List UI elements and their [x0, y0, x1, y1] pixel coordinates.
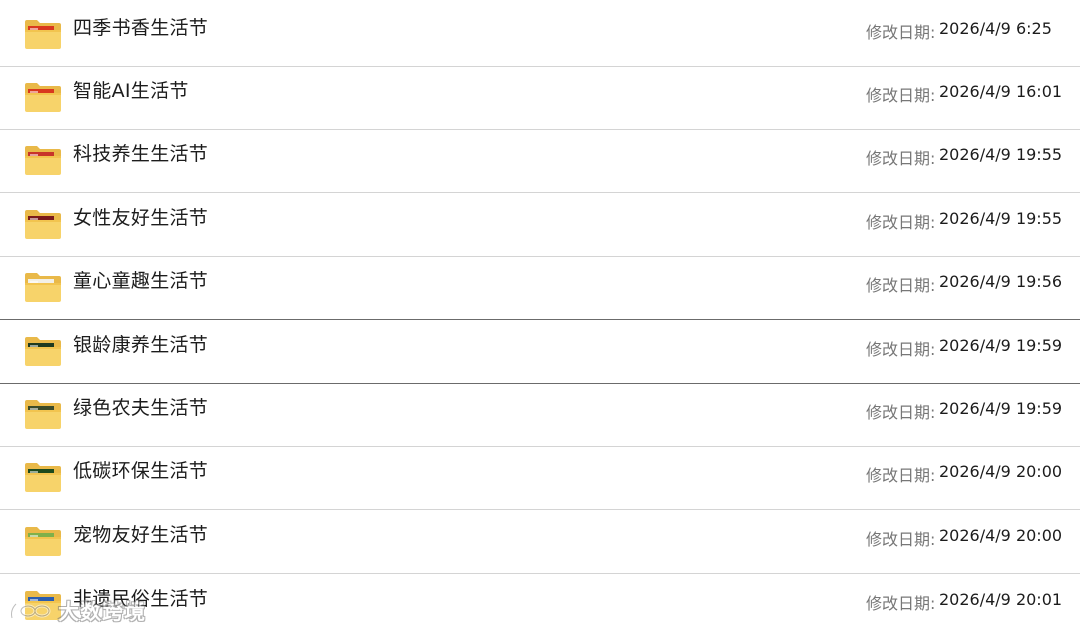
folder-row[interactable]: 低碳环保生活节 修改日期: 2026/4/9 20:00	[0, 447, 1080, 510]
modified-date-label: 修改日期:	[866, 466, 936, 485]
watermark-text: 大数跨境	[58, 600, 146, 624]
folder-icon	[24, 18, 62, 50]
modified-date-label: 修改日期:	[866, 403, 936, 422]
folder-name: 低碳环保生活节	[73, 460, 209, 482]
modified-date-label: 修改日期:	[866, 23, 936, 42]
modified-date-label: 修改日期:	[866, 149, 936, 168]
folder-row[interactable]: 童心童趣生活节 修改日期: 2026/4/9 19:56	[0, 257, 1080, 320]
folder-row[interactable]: 四季书香生活节 修改日期: 2026/4/9 6:25	[0, 4, 1080, 67]
modified-date-value: 2026/4/9 20:01	[939, 590, 1063, 609]
folder-icon	[24, 271, 62, 303]
folder-name: 绿色农夫生活节	[73, 397, 209, 419]
modified-date-value: 2026/4/9 19:56	[939, 272, 1063, 291]
folder-row[interactable]: 绿色农夫生活节 修改日期: 2026/4/9 19:59	[0, 384, 1080, 447]
folder-name: 四季书香生活节	[73, 17, 209, 39]
modified-date-value: 2026/4/9 19:55	[939, 145, 1063, 164]
folder-icon	[24, 398, 62, 430]
folder-icon	[24, 525, 62, 557]
folder-row[interactable]: 非遗民俗生活节 修改日期: 2026/4/9 20:01	[0, 575, 1080, 638]
infinity-eye-logo	[8, 598, 56, 624]
modified-date-value: 2026/4/9 19:59	[939, 336, 1063, 355]
folder-name: 女性友好生活节	[73, 207, 209, 229]
folder-row[interactable]: 女性友好生活节 修改日期: 2026/4/9 19:55	[0, 194, 1080, 257]
modified-date-label: 修改日期:	[866, 86, 936, 105]
folder-row[interactable]: 智能AI生活节 修改日期: 2026/4/9 16:01	[0, 67, 1080, 130]
modified-date-label: 修改日期:	[866, 340, 936, 359]
folder-row[interactable]: 科技养生生活节 修改日期: 2026/4/9 19:55	[0, 130, 1080, 193]
folder-icon	[24, 335, 62, 367]
modified-date-value: 2026/4/9 19:59	[939, 399, 1063, 418]
modified-date-label: 修改日期:	[866, 213, 936, 232]
modified-date-value: 2026/4/9 20:00	[939, 462, 1063, 481]
modified-date-label: 修改日期:	[866, 594, 936, 613]
folder-icon	[24, 144, 62, 176]
watermark: 大数跨境	[8, 596, 146, 626]
folder-list: 四季书香生活节 修改日期: 2026/4/9 6:25 智能AI生活节 修改日期…	[0, 0, 1080, 638]
modified-date-label: 修改日期:	[866, 530, 936, 549]
modified-date-value: 2026/4/9 6:25	[939, 19, 1052, 38]
folder-name: 童心童趣生活节	[73, 270, 209, 292]
modified-date-label: 修改日期:	[866, 276, 936, 295]
folder-icon	[24, 208, 62, 240]
modified-date-value: 2026/4/9 19:55	[939, 209, 1063, 228]
modified-date-value: 2026/4/9 16:01	[939, 82, 1063, 101]
folder-name: 宠物友好生活节	[73, 524, 209, 546]
folder-icon	[24, 461, 62, 493]
folder-name: 智能AI生活节	[73, 80, 189, 102]
folder-row[interactable]: 宠物友好生活节 修改日期: 2026/4/9 20:00	[0, 511, 1080, 574]
folder-row[interactable]: 银龄康养生活节 修改日期: 2026/4/9 19:59	[0, 321, 1080, 384]
modified-date-value: 2026/4/9 20:00	[939, 526, 1063, 545]
folder-name: 银龄康养生活节	[73, 334, 209, 356]
folder-icon	[24, 81, 62, 113]
folder-name: 科技养生生活节	[73, 143, 209, 165]
